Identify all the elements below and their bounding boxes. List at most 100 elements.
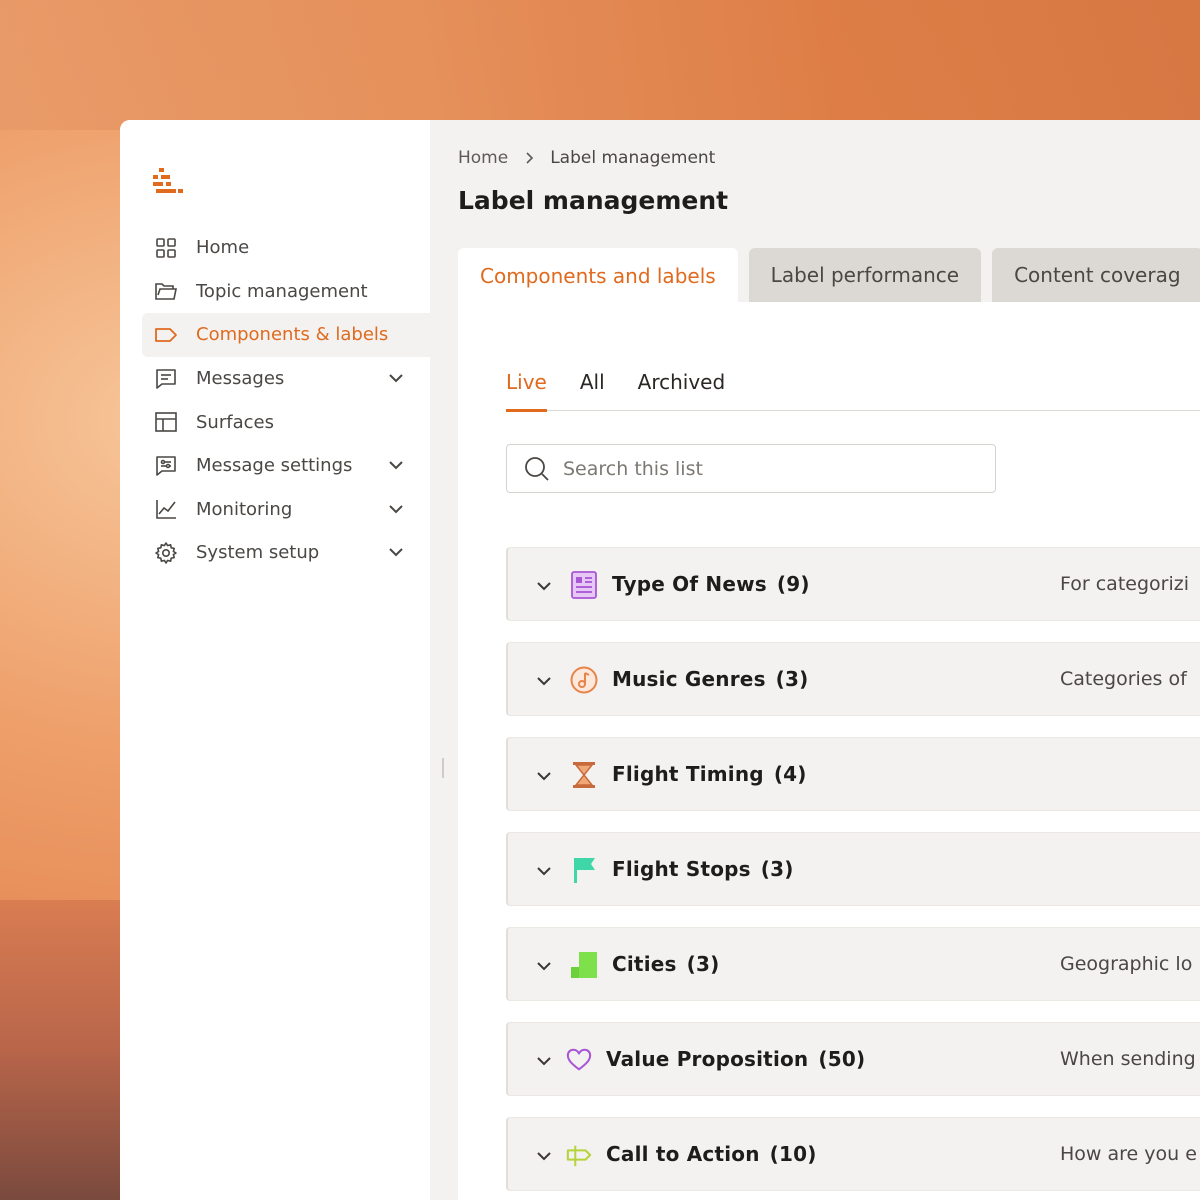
newspaper-icon xyxy=(571,571,597,599)
tab-panel: Live All Archived Type Of News (9) For ca… xyxy=(458,302,1200,1200)
flag-icon xyxy=(574,858,595,883)
tab-content-coverage[interactable]: Content coverag xyxy=(992,248,1200,302)
sidebar: Home Topic management Components & label… xyxy=(120,120,430,1200)
group-description: Geographic lo xyxy=(1060,953,1193,975)
hourglass-icon xyxy=(573,762,595,788)
list-item[interactable]: Type Of News (9) For categorizi xyxy=(506,547,1200,621)
group-name: Type Of News (9) xyxy=(612,572,810,596)
group-count: (50) xyxy=(818,1047,866,1071)
chevron-right-icon xyxy=(526,152,534,164)
sidebar-resize-handle[interactable] xyxy=(442,758,444,778)
group-title: Cities xyxy=(612,952,677,976)
chevron-down-icon[interactable] xyxy=(534,1051,554,1071)
chevron-down-icon[interactable] xyxy=(386,455,406,475)
group-count: (3) xyxy=(686,952,720,976)
sidebar-item-label: System setup xyxy=(196,542,320,564)
chevron-down-icon[interactable] xyxy=(534,861,554,881)
group-title: Call to Action xyxy=(606,1142,760,1166)
chevron-down-icon[interactable] xyxy=(534,956,554,976)
group-description: Categories of xyxy=(1060,668,1187,690)
status-filter-tabs: Live All Archived xyxy=(506,368,1200,412)
building-icon xyxy=(571,952,597,978)
logo-icon[interactable] xyxy=(152,168,184,196)
group-description: When sending xyxy=(1060,1048,1196,1070)
group-title: Flight Timing xyxy=(612,762,764,786)
sidebar-item-label: Topic management xyxy=(196,280,368,302)
tag-icon xyxy=(154,323,178,347)
chevron-down-icon[interactable] xyxy=(386,499,406,519)
breadcrumb-home[interactable]: Home xyxy=(458,148,508,168)
heart-icon xyxy=(566,1048,592,1071)
tab-components-and-labels[interactable]: Components and labels xyxy=(458,248,738,304)
list-item[interactable]: Value Proposition (50) When sending xyxy=(506,1022,1200,1096)
group-count: (3) xyxy=(760,857,794,881)
list-item[interactable]: Cities (3) Geographic lo xyxy=(506,927,1200,1001)
group-title: Type Of News xyxy=(612,572,767,596)
group-description: How are you e xyxy=(1060,1143,1197,1165)
breadcrumb-current: Label management xyxy=(550,148,716,168)
group-name: Flight Stops (3) xyxy=(612,857,794,881)
message-settings-icon xyxy=(154,454,178,478)
group-name: Music Genres (3) xyxy=(612,667,808,691)
chevron-down-icon[interactable] xyxy=(534,671,554,691)
grid-icon xyxy=(154,236,178,260)
sidebar-item-topic-management[interactable]: Topic management xyxy=(142,270,430,314)
chevron-down-icon[interactable] xyxy=(534,1146,554,1166)
sidebar-item-label: Message settings xyxy=(196,455,353,477)
chevron-down-icon[interactable] xyxy=(534,576,554,596)
subtab-archived[interactable]: Archived xyxy=(638,368,726,411)
gear-icon xyxy=(154,541,178,565)
chart-line-icon xyxy=(154,497,178,521)
search-icon xyxy=(525,456,549,481)
sidebar-nav: Home Topic management Components & label… xyxy=(142,226,430,575)
sidebar-item-messages[interactable]: Messages xyxy=(142,357,430,401)
group-count: (4) xyxy=(773,762,807,786)
sidebar-item-label: Components & labels xyxy=(196,324,389,346)
list-item[interactable]: Flight Timing (4) xyxy=(506,737,1200,811)
chevron-down-icon[interactable] xyxy=(386,368,406,388)
search-input[interactable] xyxy=(563,457,963,480)
chevron-down-icon[interactable] xyxy=(534,766,554,786)
sidebar-item-home[interactable]: Home xyxy=(142,226,430,270)
group-description: For categorizi xyxy=(1060,573,1189,595)
folder-icon xyxy=(154,279,178,303)
sidebar-item-label: Messages xyxy=(196,368,285,390)
group-name: Flight Timing (4) xyxy=(612,762,807,786)
sidebar-item-surfaces[interactable]: Surfaces xyxy=(142,400,430,444)
sidebar-item-label: Home xyxy=(196,237,250,259)
group-title: Flight Stops xyxy=(612,857,751,881)
message-icon xyxy=(154,367,178,391)
group-count: (10) xyxy=(769,1142,817,1166)
subtab-live[interactable]: Live xyxy=(506,368,547,412)
group-count: (9) xyxy=(776,572,810,596)
sidebar-item-monitoring[interactable]: Monitoring xyxy=(142,488,430,532)
group-title: Value Proposition xyxy=(606,1047,809,1071)
layout-icon xyxy=(154,410,178,434)
list-item[interactable]: Call to Action (10) How are you e xyxy=(506,1117,1200,1191)
signpost-icon xyxy=(566,1145,592,1167)
sidebar-item-message-settings[interactable]: Message settings xyxy=(142,444,430,488)
music-note-icon xyxy=(570,666,598,694)
search-box[interactable] xyxy=(506,444,996,493)
background-top xyxy=(0,0,1200,130)
list-item[interactable]: Flight Stops (3) xyxy=(506,832,1200,906)
sidebar-item-label: Monitoring xyxy=(196,498,293,520)
tab-label-performance[interactable]: Label performance xyxy=(748,248,982,302)
tab-bar: Components and labels Label performance … xyxy=(458,248,1200,304)
list-item[interactable]: Music Genres (3) Categories of xyxy=(506,642,1200,716)
page-title: Label management xyxy=(458,186,729,215)
group-count: (3) xyxy=(775,667,809,691)
group-name: Value Proposition (50) xyxy=(606,1047,865,1071)
main-content: Home Label management Label management C… xyxy=(430,120,1200,1200)
sidebar-item-system-setup[interactable]: System setup xyxy=(142,531,430,575)
group-title: Music Genres xyxy=(612,667,766,691)
sidebar-item-components-labels[interactable]: Components & labels xyxy=(142,313,430,357)
breadcrumb: Home Label management xyxy=(458,148,715,168)
group-name: Cities (3) xyxy=(612,952,719,976)
background-bottom xyxy=(0,900,130,1200)
subtab-all[interactable]: All xyxy=(580,368,605,411)
sidebar-item-label: Surfaces xyxy=(196,411,274,433)
group-name: Call to Action (10) xyxy=(606,1142,817,1166)
chevron-down-icon[interactable] xyxy=(386,542,406,562)
label-group-list: Type Of News (9) For categorizi Music Gen… xyxy=(506,547,1200,1200)
